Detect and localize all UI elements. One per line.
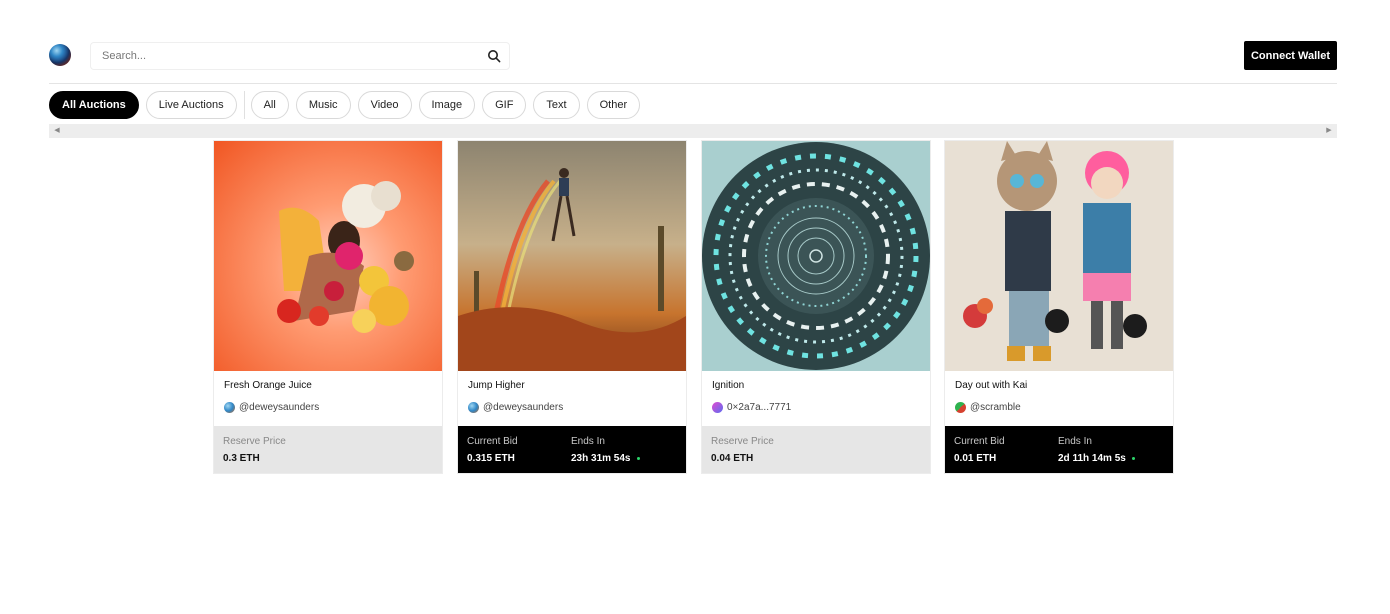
current-bid-label: Current Bid xyxy=(954,436,1005,447)
avatar xyxy=(468,402,479,413)
search-bar[interactable] xyxy=(90,42,510,70)
creator-handle[interactable]: @deweysaunders xyxy=(239,402,319,413)
price-value: 0.3 ETH xyxy=(223,453,260,464)
filter-video[interactable]: Video xyxy=(357,91,412,119)
ends-in-label: Ends In xyxy=(571,436,605,447)
artwork-title[interactable]: Jump Higher xyxy=(468,380,525,391)
price-footer: Reserve Price 0.04 ETH xyxy=(702,426,930,473)
filter-text[interactable]: Text xyxy=(533,91,580,119)
creator-link[interactable]: @deweysaunders xyxy=(224,402,319,413)
artwork-image[interactable] xyxy=(458,141,686,371)
avatar xyxy=(224,402,235,413)
tab-all-auctions[interactable]: All Auctions xyxy=(49,91,139,119)
creator-link[interactable]: 0×2a7a...7771 xyxy=(712,402,791,413)
filter-all[interactable]: All xyxy=(250,91,289,119)
current-bid-value: 0.315 ETH xyxy=(467,453,515,464)
filter-divider xyxy=(243,91,245,119)
countdown-value: 2d 11h 14m 5s xyxy=(1058,453,1126,464)
auction-card-jump-higher[interactable]: Jump Higher @deweysaunders Current Bid 0… xyxy=(457,140,687,474)
live-indicator-icon xyxy=(636,456,640,460)
auction-card-day-out-with-kai[interactable]: Day out with Kai @scramble Current Bid 0… xyxy=(944,140,1174,474)
horizontal-scrollbar[interactable]: ◀ ▶ xyxy=(49,124,1337,138)
artwork-title[interactable]: Fresh Orange Juice xyxy=(224,380,312,391)
filter-bar: All Auctions Live Auctions All Music Vid… xyxy=(49,91,647,119)
creator-address[interactable]: 0×2a7a...7771 xyxy=(727,402,791,413)
scroll-left-arrow-icon[interactable]: ◀ xyxy=(52,126,62,136)
search-input[interactable] xyxy=(91,43,471,69)
search-icon[interactable] xyxy=(487,49,501,63)
artwork-title[interactable]: Ignition xyxy=(712,380,744,391)
auction-card-ignition[interactable]: Ignition 0×2a7a...7771 Reserve Price 0.0… xyxy=(701,140,931,474)
header-divider xyxy=(49,83,1337,84)
creator-handle[interactable]: @scramble xyxy=(970,402,1021,413)
avatar xyxy=(712,402,723,413)
countdown-timer: 2d 11h 14m 5s xyxy=(1058,453,1135,464)
bid-footer: Current Bid 0.01 ETH Ends In 2d 11h 14m … xyxy=(945,426,1173,473)
artwork-title[interactable]: Day out with Kai xyxy=(955,380,1027,391)
creator-link[interactable]: @deweysaunders xyxy=(468,402,563,413)
creator-link[interactable]: @scramble xyxy=(955,402,1021,413)
creator-handle[interactable]: @deweysaunders xyxy=(483,402,563,413)
scroll-right-arrow-icon[interactable]: ▶ xyxy=(1324,126,1334,136)
avatar xyxy=(955,402,966,413)
current-bid-label: Current Bid xyxy=(467,436,518,447)
filter-image[interactable]: Image xyxy=(418,91,476,119)
price-label: Reserve Price xyxy=(711,436,774,447)
top-header: Connect Wallet xyxy=(0,0,1390,84)
connect-wallet-button[interactable]: Connect Wallet xyxy=(1244,41,1337,70)
bid-footer: Current Bid 0.315 ETH Ends In 23h 31m 54… xyxy=(458,426,686,473)
artwork-image[interactable] xyxy=(214,141,442,371)
auction-card-fresh-orange-juice[interactable]: Fresh Orange Juice @deweysaunders Reserv… xyxy=(213,140,443,474)
tab-live-auctions[interactable]: Live Auctions xyxy=(145,91,237,119)
current-bid-value: 0.01 ETH xyxy=(954,453,997,464)
live-indicator-icon xyxy=(1131,456,1135,460)
artwork-image[interactable] xyxy=(702,141,930,371)
filter-gif[interactable]: GIF xyxy=(482,91,527,119)
globe-logo-icon[interactable] xyxy=(49,44,71,66)
countdown-timer: 23h 31m 54s xyxy=(571,453,640,464)
filter-music[interactable]: Music xyxy=(295,91,351,119)
price-value: 0.04 ETH xyxy=(711,453,754,464)
price-label: Reserve Price xyxy=(223,436,286,447)
artwork-image[interactable] xyxy=(945,141,1173,371)
ends-in-label: Ends In xyxy=(1058,436,1092,447)
countdown-value: 23h 31m 54s xyxy=(571,453,631,464)
filter-other[interactable]: Other xyxy=(586,91,641,119)
price-footer: Reserve Price 0.3 ETH xyxy=(214,426,442,473)
